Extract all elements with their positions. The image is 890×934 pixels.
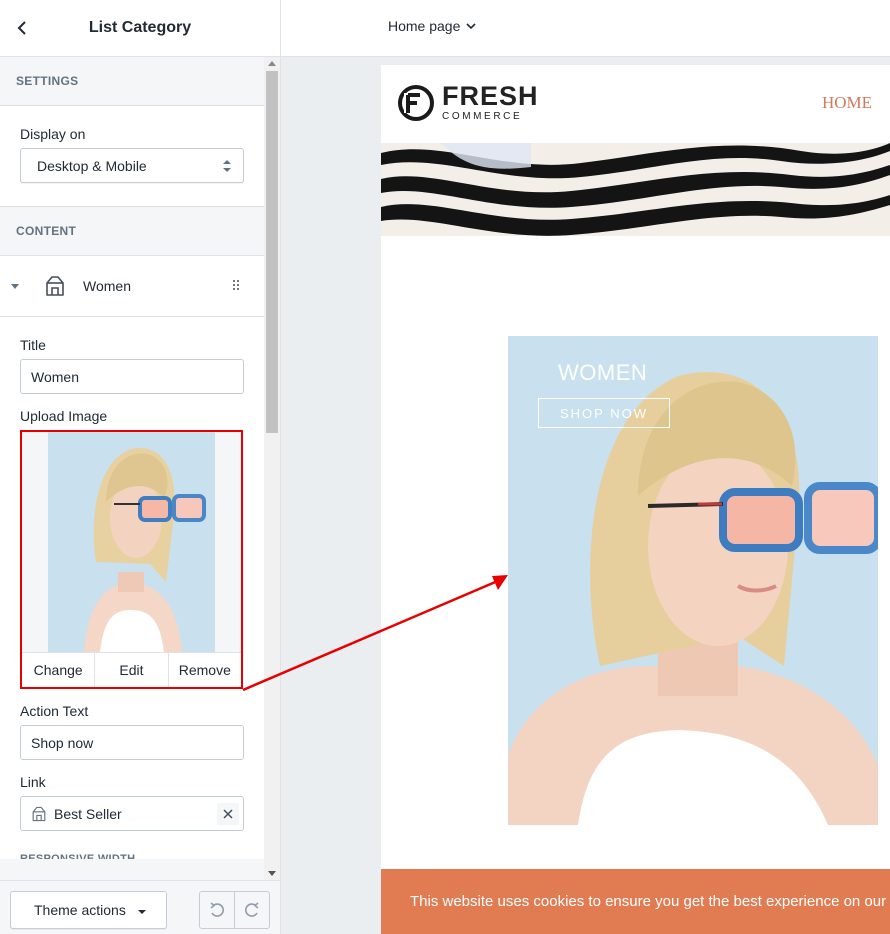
stripe-banner-image — [381, 143, 890, 236]
undo-button[interactable] — [200, 892, 235, 928]
caret-down-icon — [138, 910, 146, 914]
select-arrows-icon — [223, 160, 231, 172]
block-label: Women — [83, 278, 131, 294]
collection-icon — [32, 806, 46, 821]
shop-now-button[interactable]: SHOP NOW — [538, 398, 670, 428]
logo-tagline: COMMERCE — [442, 111, 523, 122]
page-selector-label: Home page — [388, 18, 461, 34]
category-card-women[interactable]: WOMEN SHOP NOW — [508, 336, 878, 825]
drag-handle-icon[interactable] — [233, 280, 241, 292]
title-label: Title — [20, 337, 46, 353]
logo-mark-icon — [398, 85, 434, 121]
preview-topbar: Home page — [281, 0, 890, 57]
sidebar-footer: Theme actions — [0, 880, 280, 934]
chevron-left-icon — [17, 21, 26, 35]
nav-link-home[interactable]: HOME — [822, 93, 872, 113]
cookie-banner: This website uses cookies to ensure you … — [381, 869, 890, 934]
display-on-value: Desktop & Mobile — [37, 157, 147, 174]
back-button[interactable] — [12, 18, 32, 38]
section-heading-responsive-width: RESPONSIVE WIDTH — [20, 853, 136, 859]
block-settings: Title Women Upload Image Change Edit Rem… — [0, 317, 264, 859]
title-input[interactable]: Women — [20, 359, 244, 394]
sidebar-scrollbar[interactable] — [264, 57, 280, 880]
undo-icon — [210, 902, 225, 917]
sidebar-title: List Category — [88, 19, 192, 36]
logo-brand: FRESH — [442, 81, 539, 111]
storefront-preview[interactable]: FRESH COMMERCE HOME WOMEN SHOP NOW This … — [381, 65, 890, 934]
sidebar-scroll-area[interactable]: SETTINGS Display on Desktop & Mobile CON… — [0, 57, 264, 880]
collapse-caret-icon[interactable] — [11, 284, 19, 289]
image-thumbnail — [48, 432, 215, 652]
store-logo[interactable]: FRESH COMMERCE — [396, 83, 539, 123]
link-value: Best Seller — [54, 805, 122, 822]
action-text-label: Action Text — [20, 703, 89, 719]
section-heading-settings: SETTINGS — [0, 57, 264, 106]
display-on-label: Display on — [20, 126, 86, 142]
clear-link-button[interactable] — [217, 803, 239, 825]
scroll-up-icon[interactable] — [268, 61, 276, 66]
chevron-down-icon — [466, 22, 476, 29]
remove-image-button[interactable]: Remove — [169, 653, 241, 687]
redo-button[interactable] — [235, 892, 269, 928]
theme-actions-label: Theme actions — [34, 902, 126, 918]
upload-actions: Change Edit Remove — [22, 652, 241, 687]
action-text-input[interactable]: Shop now — [20, 725, 244, 760]
display-on-select[interactable]: Desktop & Mobile — [20, 148, 244, 183]
upload-image-label: Upload Image — [20, 408, 108, 424]
scrollbar-thumb[interactable] — [266, 71, 278, 433]
link-picker[interactable]: Best Seller — [20, 796, 244, 831]
link-label: Link — [20, 774, 46, 790]
scroll-down-icon[interactable] — [268, 871, 276, 876]
settings-section: Display on Desktop & Mobile — [0, 106, 264, 207]
theme-editor-sidebar: List Category SETTINGS Display on Deskto… — [0, 0, 281, 934]
close-icon — [223, 809, 233, 819]
block-row-women[interactable]: Women — [0, 256, 264, 317]
undo-redo-group — [199, 891, 270, 929]
collection-icon — [46, 276, 64, 296]
image-upload-box: Change Edit Remove — [20, 430, 243, 689]
category-title: WOMEN — [558, 360, 648, 385]
theme-actions-button[interactable]: Theme actions — [10, 891, 167, 929]
sidebar-header: List Category — [0, 0, 280, 57]
page-selector[interactable]: Home page — [388, 18, 476, 34]
redo-icon — [244, 902, 259, 917]
preview-canvas: FRESH COMMERCE HOME WOMEN SHOP NOW This … — [281, 57, 890, 934]
change-image-button[interactable]: Change — [22, 653, 96, 687]
site-header: FRESH COMMERCE HOME — [381, 65, 890, 143]
section-heading-content: CONTENT — [0, 207, 264, 256]
edit-image-button[interactable]: Edit — [95, 653, 169, 687]
